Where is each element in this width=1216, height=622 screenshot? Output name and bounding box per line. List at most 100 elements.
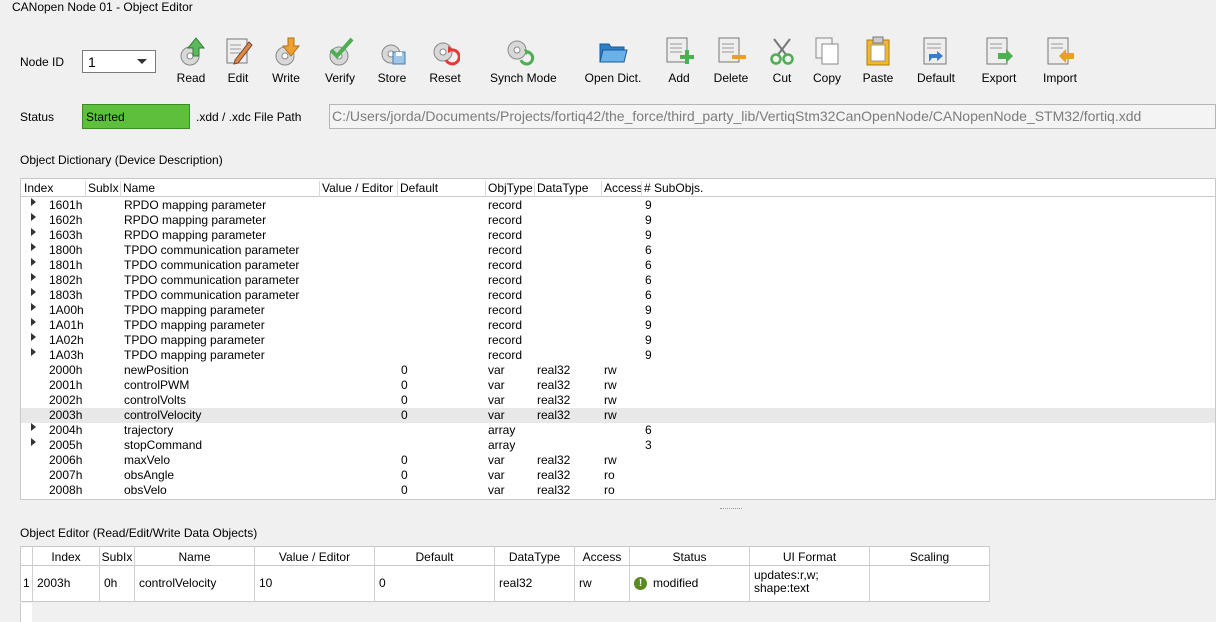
ecol-uiformat[interactable]: UI Format bbox=[750, 547, 870, 567]
store-button[interactable]: Store bbox=[362, 36, 422, 85]
cell-value-editor[interactable]: 10 bbox=[255, 566, 375, 601]
dict-row[interactable]: 2001h controlPWM 0 var real32 rw bbox=[21, 378, 1215, 393]
cell-uiformat: updates:r,w; shape:text bbox=[750, 566, 870, 601]
import-button[interactable]: Import bbox=[1030, 36, 1090, 85]
cell-default: 0 bbox=[401, 363, 408, 377]
add-icon bbox=[666, 37, 694, 64]
expand-arrow-icon[interactable] bbox=[31, 198, 36, 206]
ecol-datatype[interactable]: DataType bbox=[495, 547, 575, 567]
cell-default: 0 bbox=[401, 453, 408, 467]
expand-arrow-icon[interactable] bbox=[31, 348, 36, 356]
export-button[interactable]: Export bbox=[969, 36, 1029, 85]
dict-row[interactable]: 2002h controlVolts 0 var real32 rw bbox=[21, 393, 1215, 408]
col-access[interactable]: Access bbox=[601, 181, 643, 197]
object-editor-table[interactable]: Index SubIx Name Value / Editor Default … bbox=[20, 546, 990, 602]
expand-arrow-icon[interactable] bbox=[31, 258, 36, 266]
cell-access: ro bbox=[604, 483, 615, 497]
cell-index: 1A02h bbox=[49, 333, 84, 347]
cell-default: 0 bbox=[401, 408, 408, 422]
node-id-select[interactable]: 1 bbox=[82, 50, 156, 73]
cell-access: rw bbox=[575, 566, 630, 601]
dict-row[interactable]: 1A00h TPDO mapping parameter record 9 bbox=[21, 303, 1215, 318]
expand-arrow-icon[interactable] bbox=[31, 333, 36, 341]
expand-arrow-icon[interactable] bbox=[31, 318, 36, 326]
dict-section-title: Object Dictionary (Device Description) bbox=[20, 153, 223, 167]
col-index[interactable]: Index bbox=[22, 181, 53, 197]
file-path-field[interactable]: C:/Users/jorda/Documents/Projects/fortiq… bbox=[329, 104, 1216, 129]
cell-objtype: var bbox=[488, 363, 505, 377]
add-button[interactable]: Add bbox=[649, 36, 709, 85]
reset-button[interactable]: Reset bbox=[415, 36, 475, 85]
object-dictionary-table[interactable]: Index SubIx Name Value / Editor Default … bbox=[20, 178, 1216, 500]
dict-row[interactable]: 1A02h TPDO mapping parameter record 9 bbox=[21, 333, 1215, 348]
expand-arrow-icon[interactable] bbox=[31, 243, 36, 251]
cell-datatype: real32 bbox=[537, 393, 571, 407]
expand-arrow-icon[interactable] bbox=[31, 213, 36, 221]
col-subobjs[interactable]: # SubObjs. bbox=[641, 181, 703, 197]
dict-row[interactable]: 1A03h TPDO mapping parameter record 9 bbox=[21, 348, 1215, 363]
cell-name: trajectory bbox=[124, 423, 174, 437]
cell-objtype: record bbox=[488, 348, 523, 362]
write-button[interactable]: Write bbox=[256, 36, 316, 85]
dict-row[interactable]: 2004h trajectory array 6 bbox=[21, 423, 1215, 438]
cell-index: 2000h bbox=[49, 363, 83, 377]
cell-index: 1803h bbox=[49, 288, 83, 302]
cell-access: rw bbox=[604, 393, 617, 407]
ecol-default[interactable]: Default bbox=[375, 547, 495, 567]
dict-row[interactable]: 1603h RPDO mapping parameter record 9 bbox=[21, 228, 1215, 243]
cell-objtype: var bbox=[488, 453, 505, 467]
cell-name: RPDO mapping parameter bbox=[124, 228, 267, 242]
dict-row[interactable]: 1800h TPDO communication parameter record 6 bbox=[21, 243, 1215, 258]
dict-row[interactable]: 2006h maxVelo 0 var real32 rw bbox=[21, 453, 1215, 468]
dict-row[interactable]: 2007h obsAngle 0 var real32 ro bbox=[21, 468, 1215, 483]
col-value[interactable]: Value / Editor bbox=[319, 181, 393, 197]
cell-index: 2008h bbox=[49, 483, 83, 497]
editor-row[interactable]: 1 2003h 0h controlVelocity 10 0 real32 r… bbox=[20, 566, 990, 602]
node-id-value: 1 bbox=[88, 54, 96, 70]
copy-icon bbox=[815, 37, 839, 65]
dict-row[interactable]: 1602h RPDO mapping parameter record 9 bbox=[21, 213, 1215, 228]
col-default[interactable]: Default bbox=[397, 181, 438, 197]
ecol-name[interactable]: Name bbox=[135, 547, 255, 567]
col-objtype[interactable]: ObjType bbox=[485, 181, 533, 197]
ecol-scaling[interactable]: Scaling bbox=[870, 547, 990, 567]
dict-row[interactable]: 1803h TPDO communication parameter record 6 bbox=[21, 288, 1215, 303]
dict-row[interactable]: 2003h controlVelocity 0 var real32 rw bbox=[21, 408, 1215, 423]
expand-arrow-icon[interactable] bbox=[31, 423, 36, 431]
expand-arrow-icon[interactable] bbox=[31, 303, 36, 311]
col-name[interactable]: Name bbox=[120, 181, 155, 197]
col-datatype[interactable]: DataType bbox=[534, 181, 588, 197]
verify-button[interactable]: Verify bbox=[310, 36, 370, 85]
expand-arrow-icon[interactable] bbox=[31, 288, 36, 296]
ecol-status[interactable]: Status bbox=[630, 547, 750, 567]
dict-header: Index SubIx Name Value / Editor Default … bbox=[21, 179, 1215, 197]
expand-arrow-icon[interactable] bbox=[31, 438, 36, 446]
dict-row[interactable]: 2005h stopCommand array 3 bbox=[21, 438, 1215, 453]
cell-objtype: record bbox=[488, 333, 523, 347]
dict-row[interactable]: 1601h RPDO mapping parameter record 9 bbox=[21, 198, 1215, 213]
expand-arrow-icon[interactable] bbox=[31, 273, 36, 281]
dict-row[interactable]: 2000h newPosition 0 var real32 rw bbox=[21, 363, 1215, 378]
ecol-value[interactable]: Value / Editor bbox=[255, 547, 375, 567]
ecol-subix[interactable]: SubIx bbox=[100, 547, 135, 567]
cell-scaling bbox=[870, 566, 990, 601]
expand-arrow-icon[interactable] bbox=[31, 228, 36, 236]
ecol-index[interactable]: Index bbox=[33, 547, 100, 567]
col-subix[interactable]: SubIx bbox=[85, 181, 119, 197]
default-button[interactable]: Default bbox=[906, 36, 966, 85]
cell-datatype: real32 bbox=[537, 453, 571, 467]
cell-objtype: record bbox=[488, 303, 523, 317]
paste-button[interactable]: Paste bbox=[848, 36, 908, 85]
dict-row[interactable]: 1A01h TPDO mapping parameter record 9 bbox=[21, 318, 1215, 333]
dict-row[interactable]: 1801h TPDO communication parameter record 6 bbox=[21, 258, 1215, 273]
splitter-handle[interactable] bbox=[720, 508, 742, 509]
ecol-access[interactable]: Access bbox=[575, 547, 630, 567]
cell-index: 1A01h bbox=[49, 318, 84, 332]
cell-name: TPDO mapping parameter bbox=[124, 318, 265, 332]
dict-row[interactable]: 1802h TPDO communication parameter record 6 bbox=[21, 273, 1215, 288]
synch-mode-button[interactable]: Synch Mode bbox=[490, 36, 557, 85]
open-dict-button[interactable]: Open Dict. bbox=[583, 36, 643, 85]
cell-objtype: record bbox=[488, 258, 523, 272]
dict-row[interactable]: 2008h obsVelo 0 var real32 ro bbox=[21, 483, 1215, 498]
cell-index: 2002h bbox=[49, 393, 83, 407]
